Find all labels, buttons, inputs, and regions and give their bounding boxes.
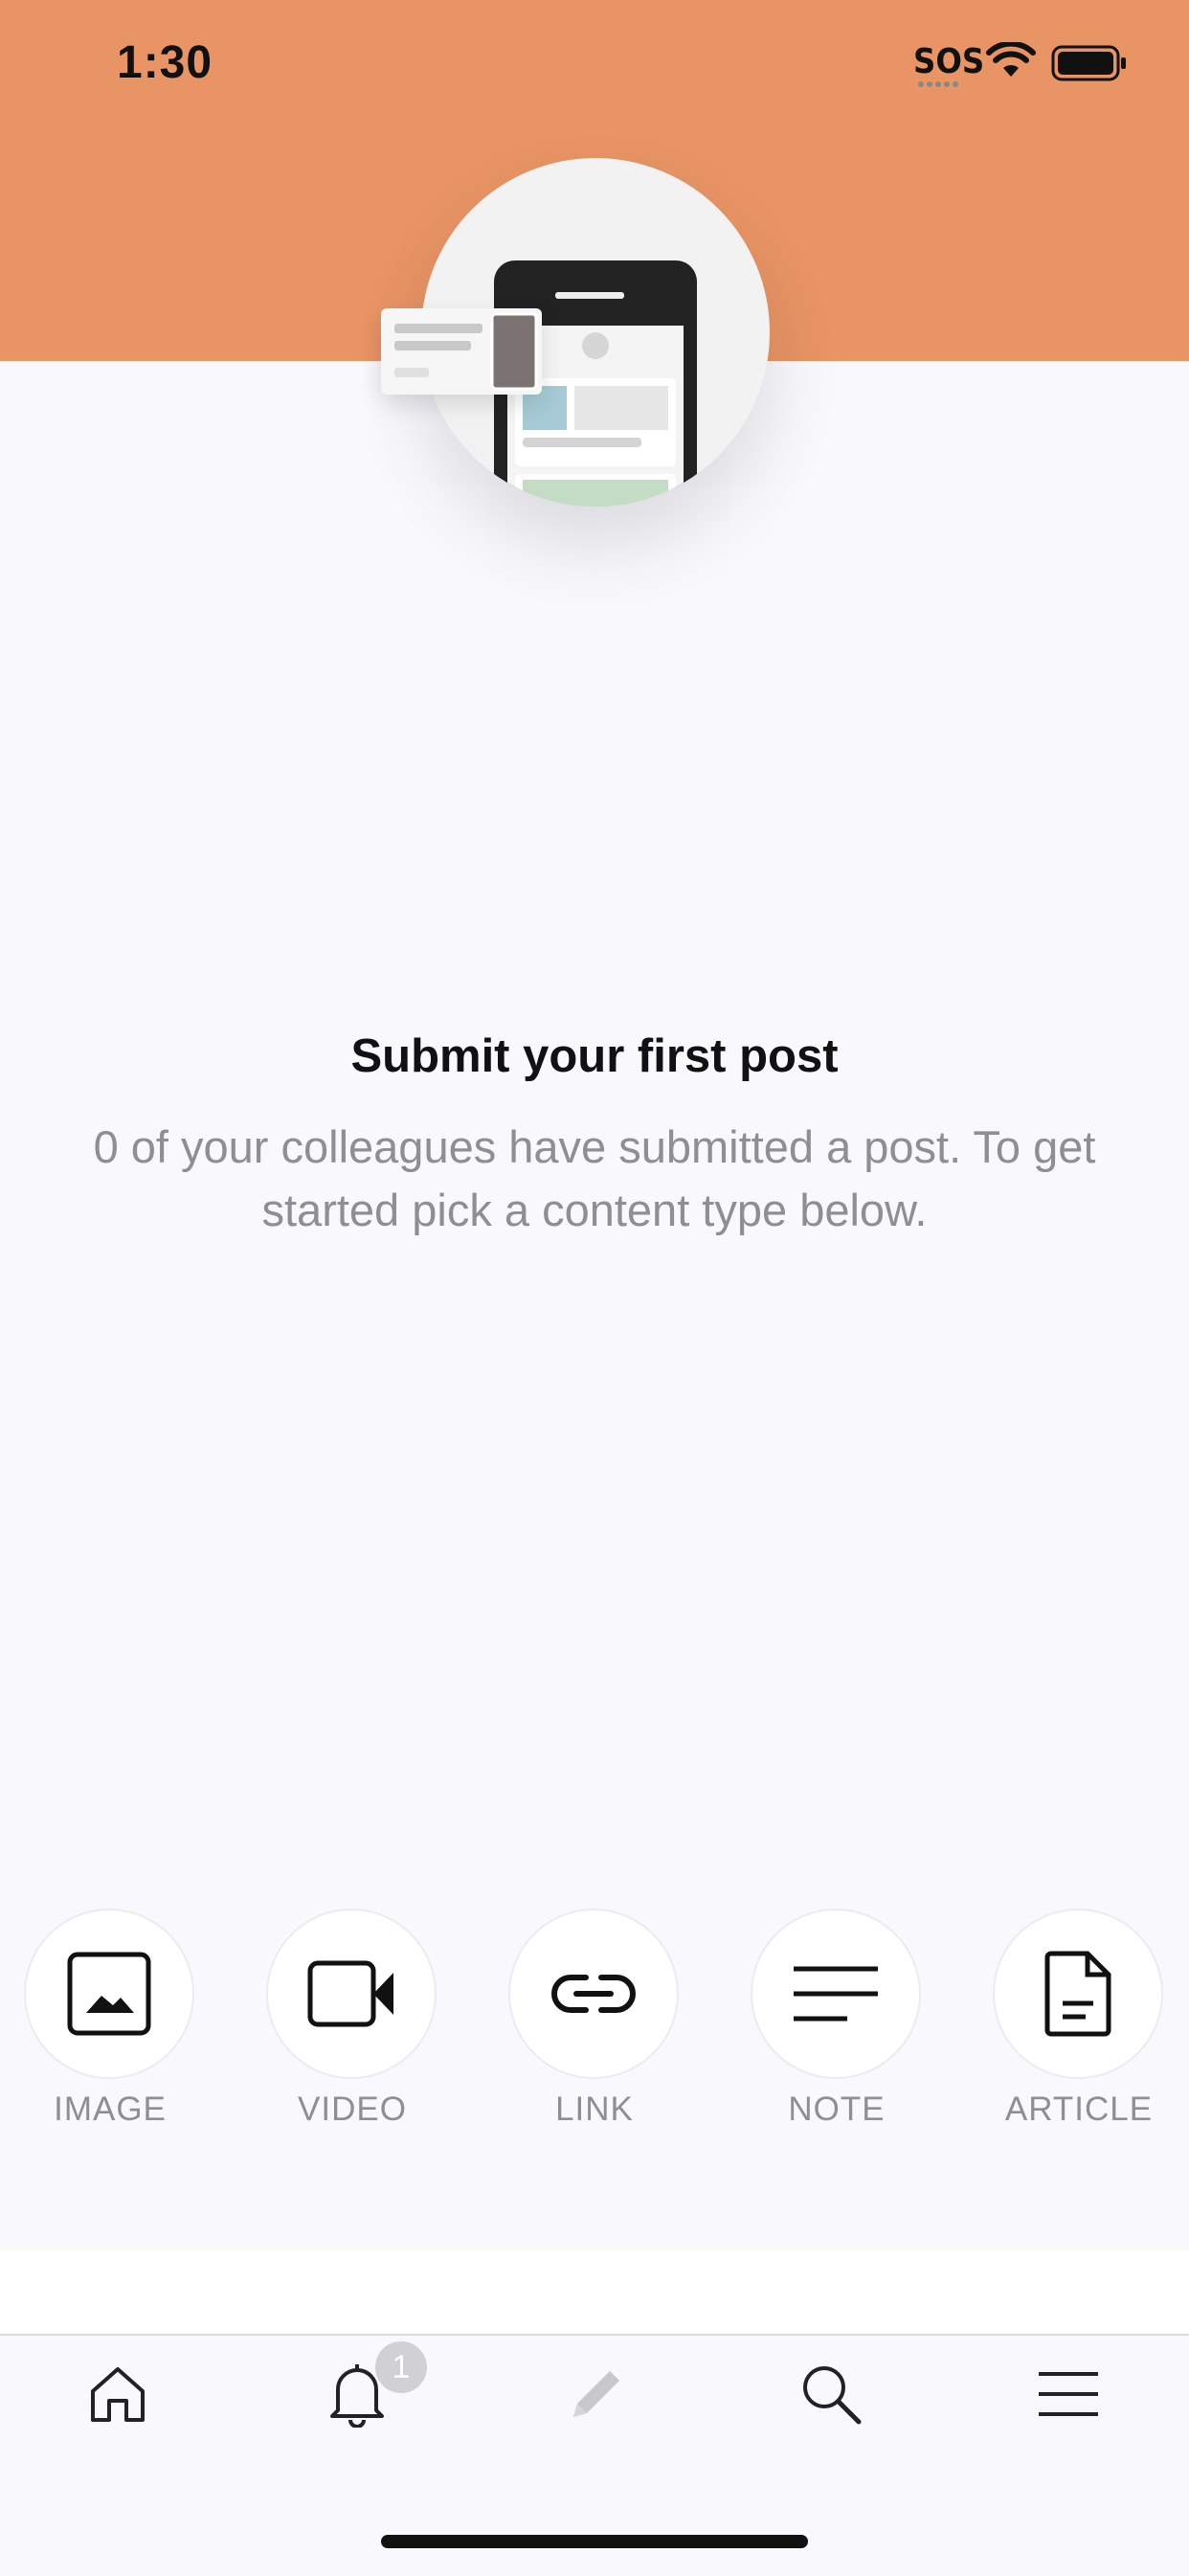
status-bar: 1:30 SOS [0, 0, 1189, 134]
note-button-circle[interactable] [751, 1909, 921, 2079]
content-type-label: ARTICLE [1004, 2090, 1154, 2128]
sos-dots-icon [918, 81, 958, 87]
note-lines-icon [794, 1966, 878, 2022]
content-type-article-button[interactable]: ARTICLE [983, 1909, 1175, 2148]
document-icon [1044, 1951, 1111, 2037]
content-type-video-button[interactable]: VIDEO [257, 1909, 448, 2148]
content-type-row: IMAGE VIDEO LINK NOTE ARTICLE [0, 1909, 1189, 2148]
divider-strip [0, 2250, 1189, 2335]
tab-home[interactable] [60, 2351, 175, 2437]
wifi-icon [986, 42, 1036, 77]
notification-badge: 1 [375, 2341, 427, 2393]
content-type-label: LINK [555, 2090, 634, 2128]
hero-floating-card [381, 308, 542, 395]
status-time: 1:30 [117, 37, 213, 88]
home-indicator [381, 2535, 808, 2548]
search-icon [803, 2366, 862, 2425]
link-icon [551, 1975, 636, 2013]
content-type-label: VIDEO [298, 2090, 407, 2128]
pencil-icon [573, 2371, 619, 2417]
menu-icon [1039, 2372, 1098, 2416]
image-button-circle[interactable] [24, 1909, 194, 2079]
content-type-label: IMAGE [54, 2090, 167, 2128]
status-sos: SOS [913, 42, 985, 81]
article-button-circle[interactable] [993, 1909, 1163, 2079]
card-illustration-icon [394, 312, 538, 391]
content-type-label: NOTE [788, 2090, 886, 2128]
content-type-note-button[interactable]: NOTE [741, 1909, 932, 2148]
image-icon [67, 1952, 151, 2036]
content-type-link-button[interactable]: LINK [499, 1909, 690, 2148]
link-button-circle[interactable] [508, 1909, 679, 2079]
video-camera-icon [307, 1960, 393, 2027]
home-icon [91, 2367, 145, 2422]
tab-menu[interactable] [1011, 2351, 1126, 2437]
video-button-circle[interactable] [266, 1909, 437, 2079]
empty-state-title: Submit your first post [350, 1030, 839, 1082]
empty-state-description: 0 of your colleagues have submitted a po… [93, 1121, 1096, 1235]
tab-search[interactable] [774, 2351, 888, 2437]
battery-icon [1051, 45, 1126, 81]
tab-compose[interactable] [537, 2351, 652, 2437]
content-type-image-button[interactable]: IMAGE [14, 1909, 206, 2148]
